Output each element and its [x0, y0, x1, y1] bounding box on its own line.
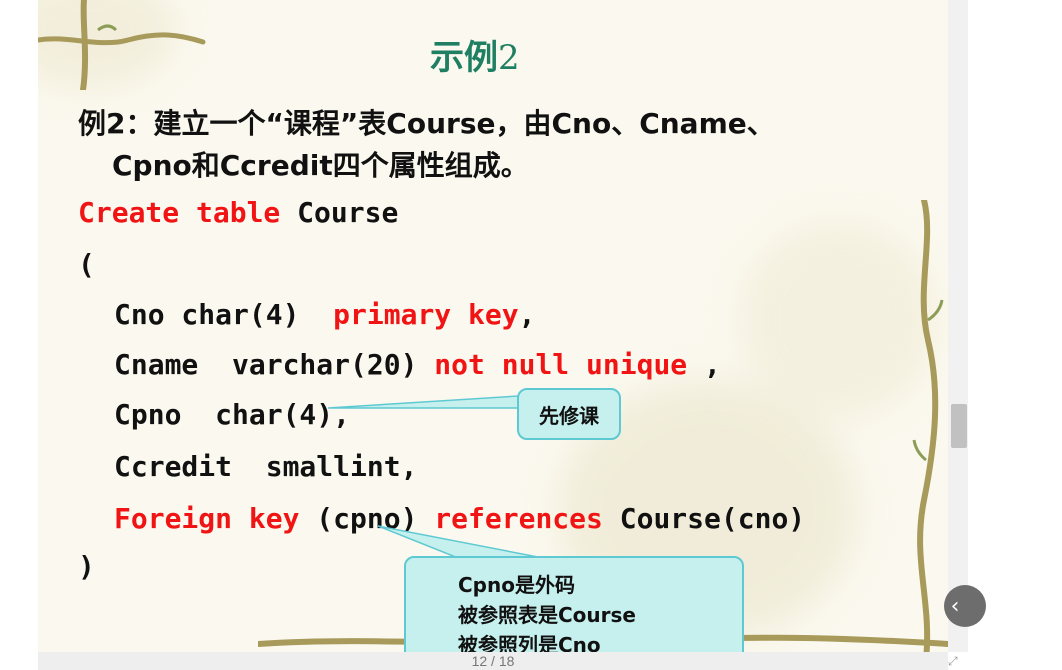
slide: 示例2 例2：建立一个“课程”表Course，由Cno、Cname、 Cpno和… [38, 0, 948, 670]
fullscreen-icon[interactable]: ⤢ [948, 654, 958, 669]
previous-page-button[interactable]: ‹ [944, 585, 986, 627]
scrollbar-thumb[interactable] [951, 404, 967, 448]
chevron-left-icon: ‹ [950, 593, 960, 619]
page-indicator: 12 / 18 [471, 653, 515, 669]
vertical-scrollbar[interactable] [948, 0, 968, 652]
document-viewer: 示例2 例2：建立一个“课程”表Course，由Cno、Cname、 Cpno和… [0, 0, 1062, 670]
callout-note-line-2: 被参照表是Course [458, 603, 636, 627]
callout-prerequisite: 先修课 [517, 388, 621, 440]
page-bar: 12 / 18 [38, 652, 948, 670]
callout-note-line-1: Cpno是外码 [458, 573, 575, 597]
